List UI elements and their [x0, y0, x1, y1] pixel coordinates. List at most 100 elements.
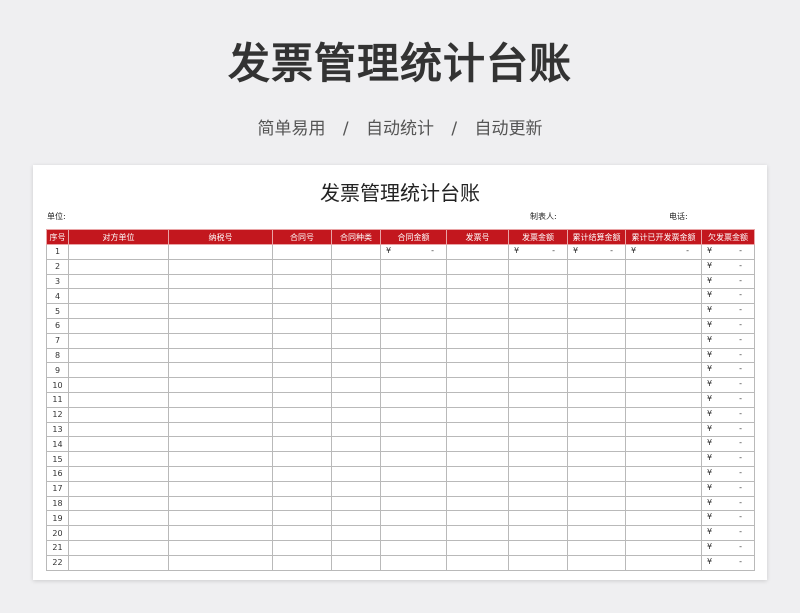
- table-cell[interactable]: [508, 258, 568, 275]
- table-cell[interactable]: [331, 554, 381, 571]
- table-cell[interactable]: [168, 258, 273, 275]
- table-cell[interactable]: [68, 421, 169, 438]
- table-cell[interactable]: [567, 317, 626, 334]
- table-cell[interactable]: [446, 347, 509, 364]
- table-cell[interactable]: [380, 451, 447, 467]
- table-cell[interactable]: [331, 377, 381, 393]
- table-cell[interactable]: [446, 554, 509, 571]
- row-number-cell[interactable]: 1: [46, 244, 69, 260]
- table-cell[interactable]: [380, 510, 447, 527]
- table-cell[interactable]: [272, 421, 332, 438]
- table-cell[interactable]: [168, 539, 273, 556]
- table-cell[interactable]: [508, 495, 568, 512]
- table-cell[interactable]: [625, 273, 702, 290]
- table-cell[interactable]: [331, 465, 381, 482]
- table-cell[interactable]: [68, 244, 169, 260]
- table-cell[interactable]: [168, 480, 273, 497]
- table-cell[interactable]: [508, 525, 568, 541]
- table-cell[interactable]: [272, 362, 332, 379]
- table-cell[interactable]: [68, 554, 169, 571]
- amount-cell[interactable]: ¥ -: [701, 362, 755, 379]
- table-cell[interactable]: [508, 332, 568, 349]
- table-cell[interactable]: [68, 303, 169, 319]
- table-cell[interactable]: [567, 273, 626, 290]
- table-cell[interactable]: [380, 421, 447, 438]
- amount-cell[interactable]: ¥ -: [701, 258, 755, 275]
- table-cell[interactable]: [567, 377, 626, 393]
- table-cell[interactable]: [625, 362, 702, 379]
- amount-cell[interactable]: ¥ -: [380, 244, 447, 260]
- table-cell[interactable]: [68, 273, 169, 290]
- table-cell[interactable]: [68, 391, 169, 408]
- table-cell[interactable]: [508, 510, 568, 527]
- table-cell[interactable]: [168, 510, 273, 527]
- amount-cell[interactable]: ¥ -: [701, 554, 755, 571]
- table-cell[interactable]: [272, 273, 332, 290]
- table-cell[interactable]: [68, 525, 169, 541]
- table-cell[interactable]: [380, 362, 447, 379]
- table-cell[interactable]: [331, 317, 381, 334]
- table-cell[interactable]: [567, 451, 626, 467]
- table-cell[interactable]: [272, 451, 332, 467]
- table-cell[interactable]: [508, 273, 568, 290]
- table-cell[interactable]: [272, 377, 332, 393]
- table-cell[interactable]: [446, 258, 509, 275]
- table-cell[interactable]: [567, 362, 626, 379]
- table-cell[interactable]: [625, 317, 702, 334]
- table-cell[interactable]: [331, 451, 381, 467]
- table-cell[interactable]: [508, 303, 568, 319]
- table-cell[interactable]: [331, 258, 381, 275]
- row-number-cell[interactable]: 7: [46, 332, 69, 349]
- table-cell[interactable]: [380, 539, 447, 556]
- table-cell[interactable]: [508, 421, 568, 438]
- table-cell[interactable]: [446, 480, 509, 497]
- row-number-cell[interactable]: 10: [46, 377, 69, 393]
- row-number-cell[interactable]: 14: [46, 436, 69, 453]
- table-cell[interactable]: [331, 480, 381, 497]
- row-number-cell[interactable]: 8: [46, 347, 69, 364]
- table-cell[interactable]: [625, 406, 702, 423]
- table-cell[interactable]: [508, 391, 568, 408]
- table-cell[interactable]: [508, 317, 568, 334]
- table-cell[interactable]: [68, 288, 169, 305]
- table-cell[interactable]: [380, 436, 447, 453]
- table-cell[interactable]: [331, 436, 381, 453]
- table-cell[interactable]: [625, 347, 702, 364]
- table-cell[interactable]: [625, 332, 702, 349]
- table-cell[interactable]: [272, 347, 332, 364]
- table-cell[interactable]: [446, 273, 509, 290]
- row-number-cell[interactable]: 13: [46, 421, 69, 438]
- table-cell[interactable]: [446, 362, 509, 379]
- table-cell[interactable]: [272, 554, 332, 571]
- table-cell[interactable]: [508, 362, 568, 379]
- table-cell[interactable]: [68, 406, 169, 423]
- table-cell[interactable]: [446, 539, 509, 556]
- amount-cell[interactable]: ¥ -: [701, 510, 755, 527]
- table-cell[interactable]: [567, 465, 626, 482]
- amount-cell[interactable]: ¥ -: [701, 303, 755, 319]
- table-cell[interactable]: [272, 332, 332, 349]
- table-cell[interactable]: [168, 347, 273, 364]
- row-number-cell[interactable]: 19: [46, 510, 69, 527]
- table-cell[interactable]: [272, 244, 332, 260]
- table-cell[interactable]: [168, 288, 273, 305]
- table-cell[interactable]: [380, 406, 447, 423]
- amount-cell[interactable]: ¥ -: [508, 244, 568, 260]
- table-cell[interactable]: [168, 391, 273, 408]
- amount-cell[interactable]: ¥ -: [701, 495, 755, 512]
- table-cell[interactable]: [567, 436, 626, 453]
- table-cell[interactable]: [272, 303, 332, 319]
- table-cell[interactable]: [68, 347, 169, 364]
- table-cell[interactable]: [508, 406, 568, 423]
- table-cell[interactable]: [625, 495, 702, 512]
- row-number-cell[interactable]: 21: [46, 539, 69, 556]
- table-cell[interactable]: [380, 495, 447, 512]
- table-cell[interactable]: [272, 480, 332, 497]
- amount-cell[interactable]: ¥ -: [701, 421, 755, 438]
- table-cell[interactable]: [380, 554, 447, 571]
- amount-cell[interactable]: ¥ -: [701, 273, 755, 290]
- table-cell[interactable]: [625, 421, 702, 438]
- table-cell[interactable]: [272, 525, 332, 541]
- table-cell[interactable]: [168, 362, 273, 379]
- table-cell[interactable]: [380, 288, 447, 305]
